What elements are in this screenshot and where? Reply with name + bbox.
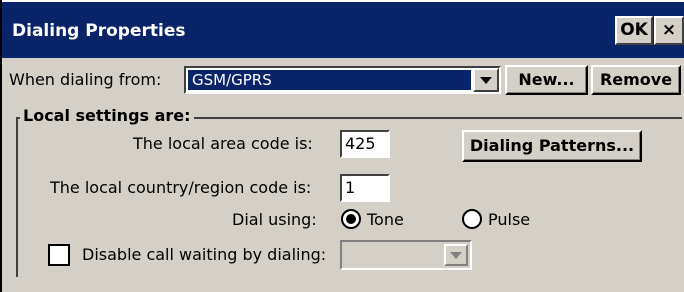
dialing-patterns-button[interactable]: Dialing Patterns... — [462, 130, 642, 162]
title-bar: Dialing Properties OK × — [2, 2, 684, 58]
remove-location-button[interactable]: Remove — [591, 65, 681, 95]
dialing-location-selected-value: GSM/GPRS — [187, 69, 472, 91]
area-code-label: The local area code is: — [133, 134, 313, 153]
call-waiting-code-select — [340, 240, 472, 270]
call-waiting-dropdown-button — [444, 244, 468, 266]
tone-radio[interactable] — [341, 209, 361, 229]
dialing-location-dropdown-button[interactable] — [473, 68, 499, 92]
radio-selected-dot-icon — [346, 214, 356, 224]
when-dialing-from-label: When dialing from: — [9, 70, 162, 89]
chevron-down-icon — [480, 77, 492, 84]
ok-button[interactable]: OK — [615, 16, 653, 45]
dial-using-label: Dial using: — [232, 210, 317, 229]
country-code-label: The local country/region code is: — [50, 178, 312, 197]
local-settings-group-title: Local settings are: — [20, 106, 194, 125]
disable-call-waiting-checkbox[interactable] — [48, 244, 70, 266]
dialing-properties-window: Dialing Properties OK × When dialing fro… — [0, 0, 684, 292]
country-code-input[interactable]: 1 — [340, 174, 390, 202]
window-left-border — [0, 0, 2, 292]
window-title: Dialing Properties — [12, 21, 186, 41]
disable-call-waiting-label: Disable call waiting by dialing: — [82, 245, 327, 264]
close-button[interactable]: × — [654, 16, 684, 45]
pulse-label[interactable]: Pulse — [488, 210, 530, 229]
pulse-radio[interactable] — [462, 209, 482, 229]
tone-label[interactable]: Tone — [367, 210, 404, 229]
dialing-location-select[interactable]: GSM/GPRS — [184, 66, 501, 94]
area-code-input[interactable]: 425 — [340, 130, 390, 158]
chevron-down-icon — [450, 252, 462, 259]
new-location-button[interactable]: New... — [505, 65, 588, 95]
